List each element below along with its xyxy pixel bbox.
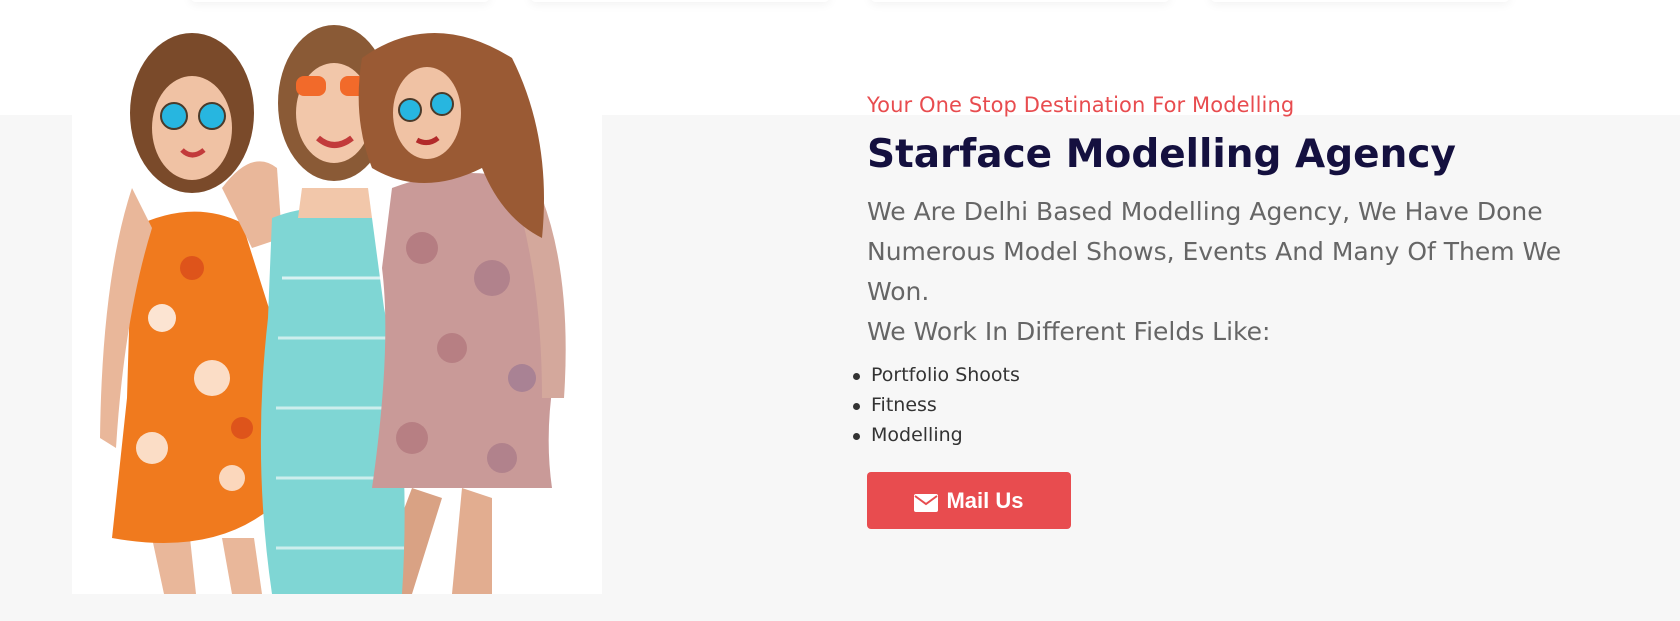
- hero-title: Starface Modelling Agency: [867, 132, 1456, 177]
- list-item: Fitness: [853, 390, 1627, 420]
- hero-content: Your One Stop Destination For Modelling …: [853, 88, 1627, 529]
- fields-list: Portfolio Shoots Fitness Modelling: [853, 360, 1627, 450]
- top-card-shadows: [0, 0, 1680, 14]
- three-models-photo: [72, 18, 602, 594]
- hero-tagline: Your One Stop Destination For Modelling: [867, 93, 1295, 117]
- envelope-icon: [914, 492, 939, 512]
- mail-us-label: Mail Us: [946, 487, 1024, 513]
- fields-label: We Work In Different Fields Like:: [867, 317, 1271, 346]
- page: Your One Stop Destination For Modelling …: [0, 0, 1680, 621]
- list-item: Modelling: [853, 420, 1627, 450]
- list-item: Portfolio Shoots: [853, 360, 1627, 390]
- mail-us-button[interactable]: Mail Us: [867, 472, 1071, 529]
- hero-description: We Are Delhi Based Modelling Agency, We …: [867, 197, 1562, 306]
